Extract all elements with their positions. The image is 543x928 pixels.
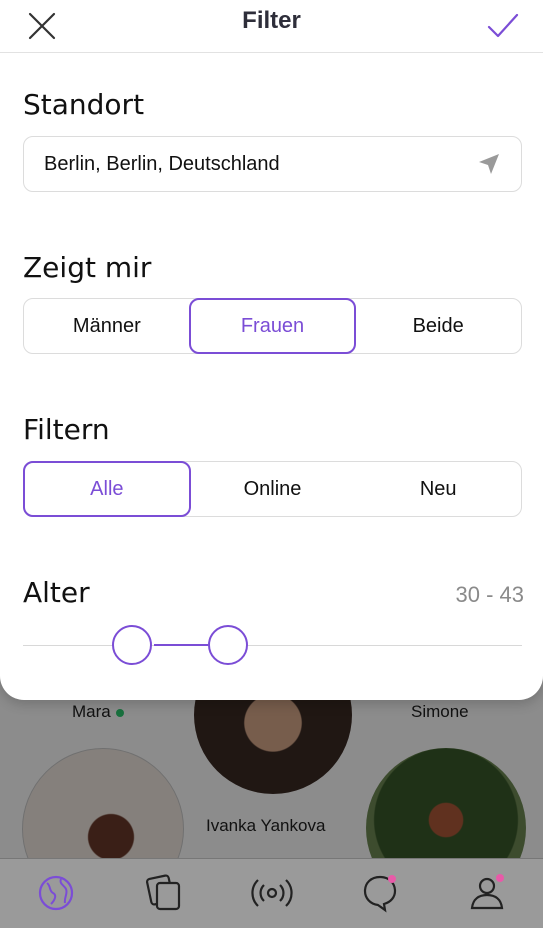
location-label: Standort <box>23 88 145 121</box>
filter-sheet: Filter Standort Berlin, Berlin, Deutschl… <box>0 0 543 700</box>
age-range-value: 30 - 43 <box>455 582 525 607</box>
location-value: Berlin, Berlin, Deutschland <box>44 152 280 175</box>
location-arrow-icon[interactable] <box>477 152 501 176</box>
age-slider-track[interactable] <box>23 645 522 646</box>
header: Filter <box>0 0 543 53</box>
age-slider-max-thumb[interactable] <box>208 625 248 665</box>
profile-icon <box>470 874 504 910</box>
tab-discover[interactable] <box>32 871 80 915</box>
option-online[interactable]: Online <box>190 462 356 516</box>
option-neu[interactable]: Neu <box>355 462 521 516</box>
tab-radar[interactable] <box>248 871 296 915</box>
chat-icon <box>363 875 397 913</box>
page-title: Filter <box>242 7 301 34</box>
filter-label: Filtern <box>23 413 110 446</box>
show-me-segmented: Männer Frauen Beide <box>23 298 522 354</box>
option-alle[interactable]: Alle <box>23 461 191 517</box>
radar-icon <box>251 879 293 907</box>
option-maenner[interactable]: Männer <box>24 299 190 353</box>
tab-chat[interactable] <box>356 871 404 915</box>
age-slider-range <box>154 644 208 646</box>
globe-icon <box>38 875 74 911</box>
tab-bar <box>0 858 543 928</box>
filter-segmented: Alle Online Neu <box>23 461 522 517</box>
show-me-label: Zeigt mir <box>23 251 152 284</box>
option-frauen[interactable]: Frauen <box>188 298 357 354</box>
age-label: Alter <box>23 576 90 609</box>
apply-button[interactable] <box>481 4 525 48</box>
tab-profile[interactable] <box>464 871 512 915</box>
option-beide[interactable]: Beide <box>355 299 521 353</box>
age-slider-min-thumb[interactable] <box>112 625 152 665</box>
tab-cards[interactable] <box>140 871 188 915</box>
cards-icon <box>145 874 181 911</box>
location-field[interactable]: Berlin, Berlin, Deutschland <box>23 136 522 192</box>
checkmark-icon <box>487 13 519 38</box>
